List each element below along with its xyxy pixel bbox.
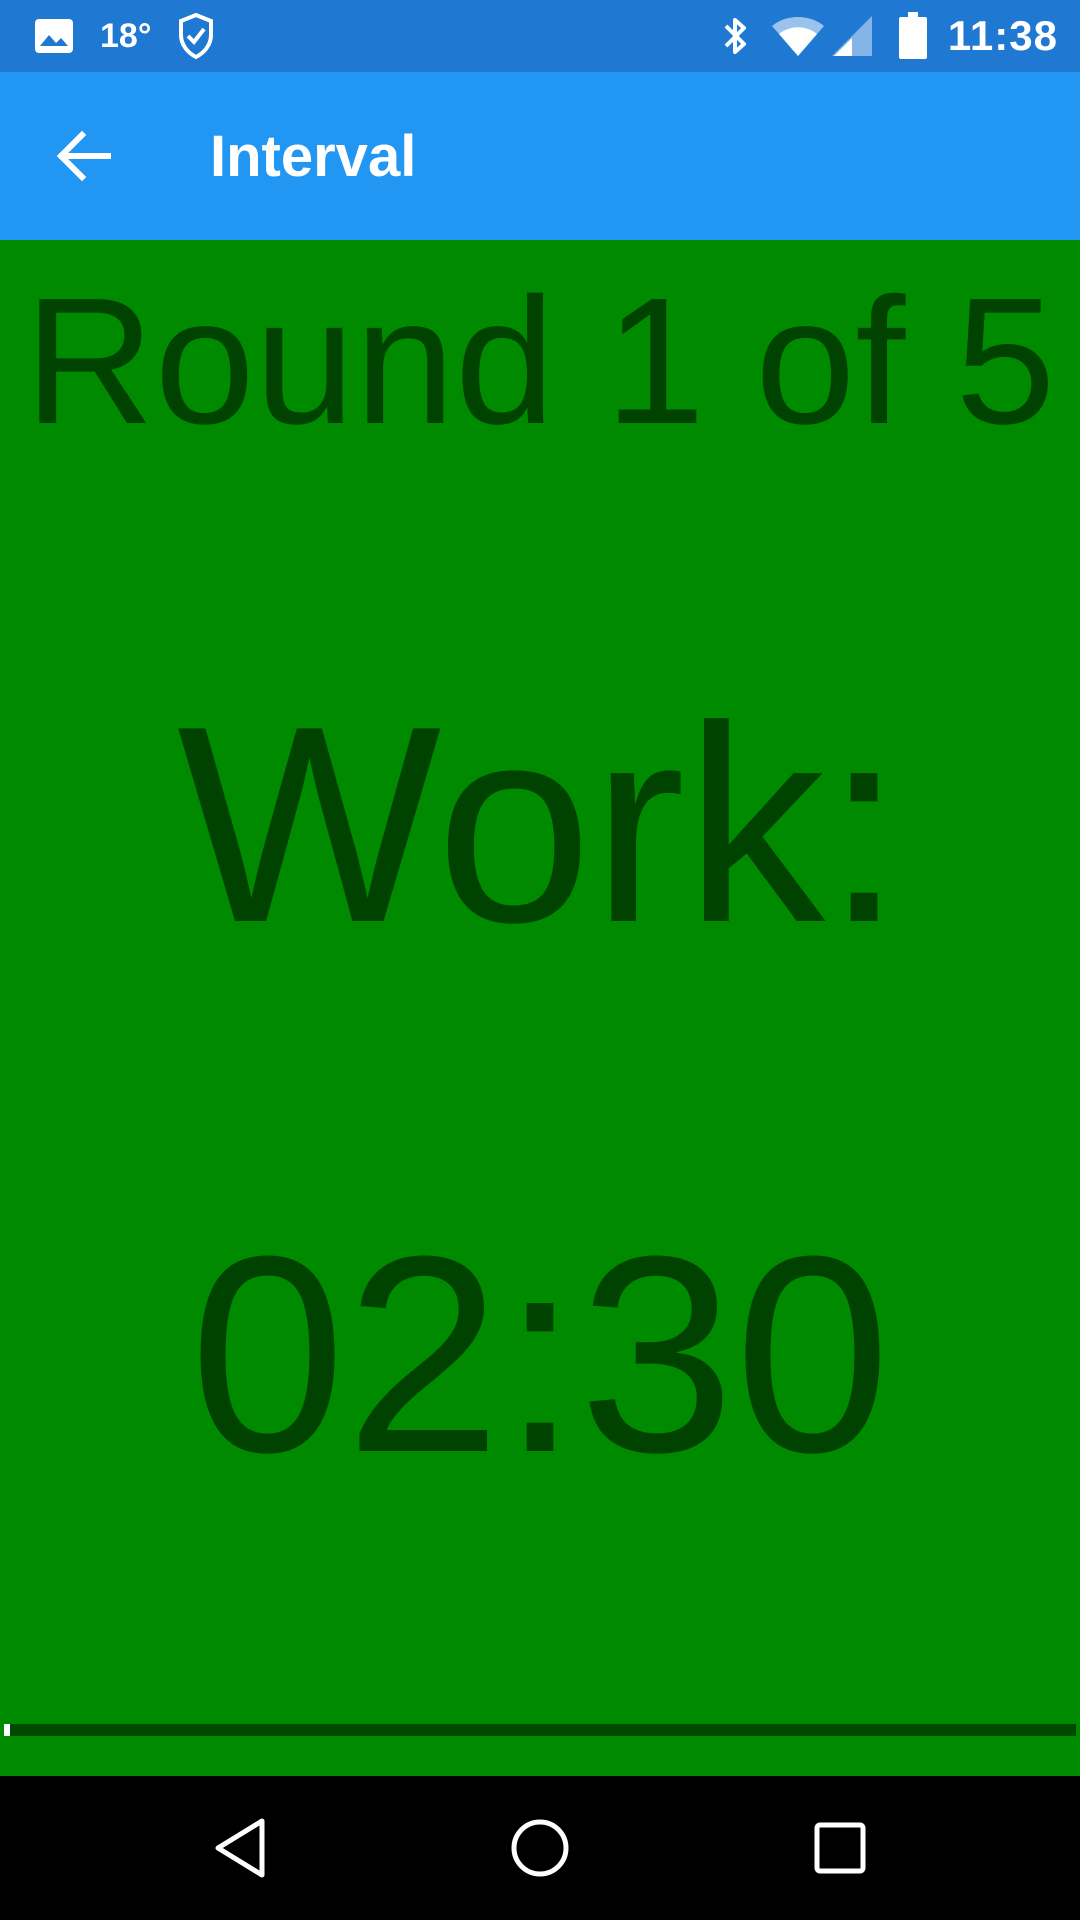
cell-signal-icon (830, 0, 874, 72)
nav-recents-icon (814, 1822, 866, 1874)
progress-bar (4, 1724, 1076, 1736)
status-bar: 18° 11:38 (0, 0, 1080, 72)
image-icon (34, 0, 74, 72)
nav-home-icon (511, 1819, 569, 1877)
clock-text: 11:38 (947, 12, 1058, 59)
progress-fill (4, 1724, 10, 1736)
bluetooth-icon (718, 0, 754, 72)
page-title: Interval (210, 123, 417, 189)
nav-home-button[interactable] (490, 1798, 590, 1898)
battery-icon (898, 0, 928, 72)
temperature-text: 18° (100, 16, 152, 55)
interval-screen: 18° 11:38 Interval Round 1 of 5 Work: 02… (0, 0, 1080, 1920)
phase-label: Work: (177, 669, 903, 981)
app-bar: Interval (0, 72, 1080, 240)
arrow-back-icon (56, 130, 111, 182)
round-counter: Round 1 of 5 (24, 261, 1056, 462)
countdown-timer: 02:30 (189, 1199, 891, 1511)
navigation-bar (0, 1776, 1080, 1920)
timer-panel: Round 1 of 5 Work: 02:30 (0, 240, 1080, 1776)
shield-check-icon (178, 0, 214, 72)
nav-back-button[interactable] (190, 1798, 290, 1898)
nav-back-icon (215, 1818, 265, 1878)
nav-recents-button[interactable] (790, 1798, 890, 1898)
back-button[interactable] (40, 112, 128, 200)
wifi-icon (770, 0, 826, 72)
